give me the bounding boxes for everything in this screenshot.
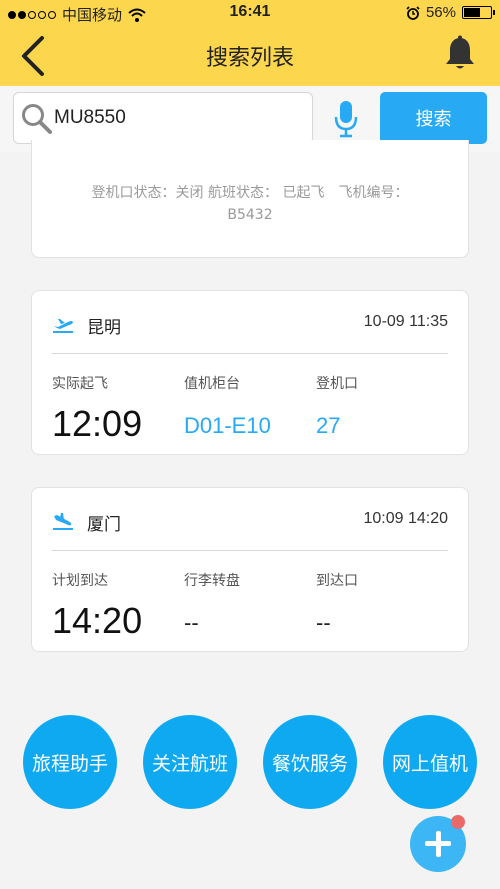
departure-datetime: 10-09 11:35 (363, 313, 448, 330)
back-chevron-icon[interactable] (12, 34, 56, 78)
battery-percent: 56% (425, 4, 456, 21)
arrival-card[interactable]: 厦门 10:09 14:20 计划到达 行李转盘 到达口 14:20 -- -- (31, 487, 469, 652)
follow-flight-button[interactable]: 关注航班 (143, 715, 237, 809)
search-icon (22, 104, 52, 134)
top-bar: 中国移动 16:41 56% 搜索列表 (0, 0, 500, 86)
arrival-exit-label: 到达口 (316, 573, 358, 589)
actual-departure-label: 实际起飞 (52, 376, 108, 392)
microphone-icon[interactable] (332, 99, 360, 139)
search-box[interactable] (13, 92, 313, 144)
flight-status-card: 登机口状态：关闭 航班状态： 已起飞 飞机编号：B5432 (31, 140, 469, 258)
notification-dot (451, 815, 465, 829)
trip-assistant-button[interactable]: 旅程助手 (23, 715, 117, 809)
divider (52, 550, 448, 551)
actual-departure-time: 12:09 (52, 403, 143, 444)
divider (52, 353, 448, 354)
departure-city: 昆明 (87, 318, 121, 338)
meal-service-button[interactable]: 餐饮服务 (263, 715, 357, 809)
gate-label: 登机口 (316, 376, 358, 392)
arrival-city: 厦门 (87, 515, 121, 535)
departure-card[interactable]: 昆明 10-09 11:35 实际起飞 值机柜台 登机口 12:09 D01-E… (31, 290, 469, 455)
scheduled-arrival-label: 计划到达 (52, 573, 108, 589)
arrival-datetime: 10:09 14:20 (363, 510, 448, 527)
flight-status-info: 登机口状态：关闭 航班状态： 已起飞 飞机编号：B5432 (91, 185, 409, 223)
gate-value: 27 (316, 413, 341, 438)
alarm-clock-icon (406, 5, 420, 20)
plane-takeoff-icon (53, 319, 73, 333)
plane-landing-icon (53, 513, 73, 530)
page-title: 搜索列表 (205, 46, 294, 71)
battery-icon (462, 6, 495, 19)
bell-icon[interactable] (440, 34, 480, 74)
search-button[interactable]: 搜索 (380, 92, 487, 144)
online-checkin-button[interactable]: 网上值机 (383, 715, 477, 809)
checkin-counter-value: D01-E10 (184, 413, 271, 438)
checkin-counter-label: 值机柜台 (184, 376, 240, 392)
search-input[interactable] (54, 103, 304, 133)
scheduled-arrival-time: 14:20 (52, 600, 143, 641)
baggage-carousel-label: 行李转盘 (184, 573, 240, 589)
baggage-carousel-value: -- (184, 610, 199, 635)
arrival-exit-value: -- (316, 610, 331, 635)
status-bar: 中国移动 16:41 56% (0, 0, 500, 28)
